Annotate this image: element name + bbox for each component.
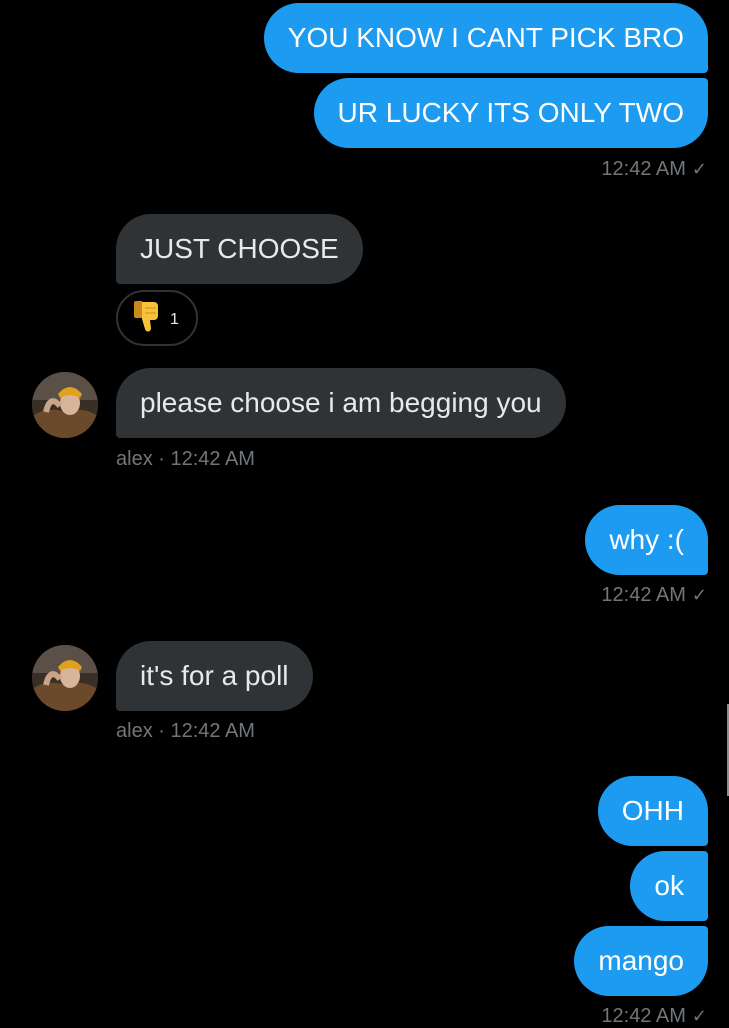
conversation-thread: YOU KNOW I CANT PICK BRO UR LUCKY ITS ON… <box>0 0 729 1027</box>
check-icon: ✓ <box>691 585 707 605</box>
message-bubble-sent[interactable]: OHH <box>597 776 708 846</box>
user-avatar[interactable] <box>32 645 98 711</box>
message-bubble-sent[interactable]: YOU KNOW I CANT PICK BRO <box>263 3 708 73</box>
message-bubble-sent[interactable]: why :( <box>585 505 708 575</box>
message-timestamp: 12:42 AM ✓ <box>601 584 707 607</box>
message-bubble-received[interactable]: it's for a poll <box>116 641 313 711</box>
timestamp-text: 12:42 AM <box>601 158 686 180</box>
message-sender-timestamp: alex · 12:42 AM <box>116 448 255 470</box>
user-avatar[interactable] <box>32 372 98 438</box>
message-bubble-sent[interactable]: ok <box>630 851 708 921</box>
check-icon: ✓ <box>691 159 707 179</box>
message-timestamp: 12:42 AM ✓ <box>601 158 707 181</box>
message-bubble-sent[interactable]: mango <box>574 926 708 996</box>
reaction-pill[interactable]: 1 <box>116 290 198 346</box>
message-bubble-sent[interactable]: UR LUCKY ITS ONLY TWO <box>313 78 708 148</box>
message-timestamp: 12:42 AM ✓ <box>601 1005 707 1028</box>
timestamp-text: 12:42 AM <box>601 584 686 606</box>
message-bubble-received[interactable]: please choose i am begging you <box>116 368 566 438</box>
message-bubble-received[interactable]: JUST CHOOSE <box>116 214 363 284</box>
reaction-count: 1 <box>170 311 179 328</box>
message-sender-timestamp: alex · 12:42 AM <box>116 720 255 742</box>
thumbs-down-icon <box>128 298 164 339</box>
